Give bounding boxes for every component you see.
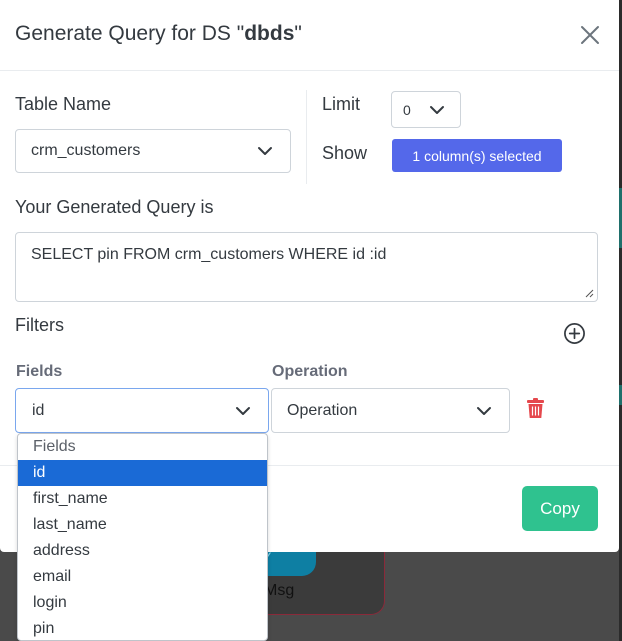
resize-grip-icon[interactable] — [584, 288, 594, 298]
dropdown-option-pin[interactable]: pin — [18, 616, 267, 640]
table-name-value: crm_customers — [31, 142, 141, 159]
modal-title-suffix: " — [294, 22, 302, 45]
dropdown-option-email[interactable]: email — [18, 564, 267, 590]
close-icon[interactable] — [578, 23, 602, 47]
limit-value: 0 — [403, 101, 411, 118]
dropdown-option-address[interactable]: address — [18, 538, 267, 564]
fields-select[interactable]: id — [15, 388, 269, 433]
dropdown-option-placeholder[interactable]: Fields — [18, 434, 267, 460]
generated-query-text: SELECT pin FROM crm_customers WHERE id :… — [31, 246, 387, 263]
chevron-down-icon — [236, 406, 250, 415]
chevron-down-icon — [477, 406, 491, 415]
modal-title-prefix: Generate Query for DS " — [15, 22, 245, 45]
chevron-down-icon — [258, 147, 272, 155]
fields-dropdown-list[interactable]: Fields id first_name last_name address e… — [17, 433, 268, 641]
plus-circle-icon[interactable] — [563, 322, 586, 345]
dropdown-option-login[interactable]: login — [18, 590, 267, 616]
show-label: Show — [322, 143, 368, 163]
modal-title: Generate Query for DS "dbds" — [15, 22, 302, 46]
fields-label: Fields — [16, 363, 63, 380]
table-name-label: Table Name — [15, 94, 112, 114]
dropdown-option-id[interactable]: id — [18, 460, 267, 486]
operation-label: Operation — [272, 363, 348, 380]
limit-label: Limit — [322, 94, 361, 114]
chevron-down-icon — [430, 105, 444, 114]
background-msg-label: Msg — [264, 582, 295, 599]
operation-select[interactable]: Operation — [271, 388, 510, 433]
modal-header: Generate Query for DS "dbds" — [0, 0, 619, 71]
columns-selected-button[interactable]: 1 column(s) selected — [392, 139, 562, 172]
dropdown-option-last-name[interactable]: last_name — [18, 512, 267, 538]
copy-button[interactable]: Copy — [522, 486, 598, 531]
limit-select[interactable]: 0 — [391, 91, 461, 128]
table-name-select[interactable]: crm_customers — [15, 129, 291, 173]
generated-query-label: Your Generated Query is — [15, 197, 214, 217]
operation-select-value: Operation — [287, 401, 358, 419]
trash-icon[interactable] — [526, 398, 545, 419]
fields-select-value: id — [32, 401, 45, 419]
section-divider — [306, 90, 307, 184]
dropdown-option-first-name[interactable]: first_name — [18, 486, 267, 512]
filters-label: Filters — [15, 315, 64, 335]
generated-query-textarea[interactable]: SELECT pin FROM crm_customers WHERE id :… — [15, 232, 598, 302]
modal-title-datasource: dbds — [244, 22, 295, 45]
